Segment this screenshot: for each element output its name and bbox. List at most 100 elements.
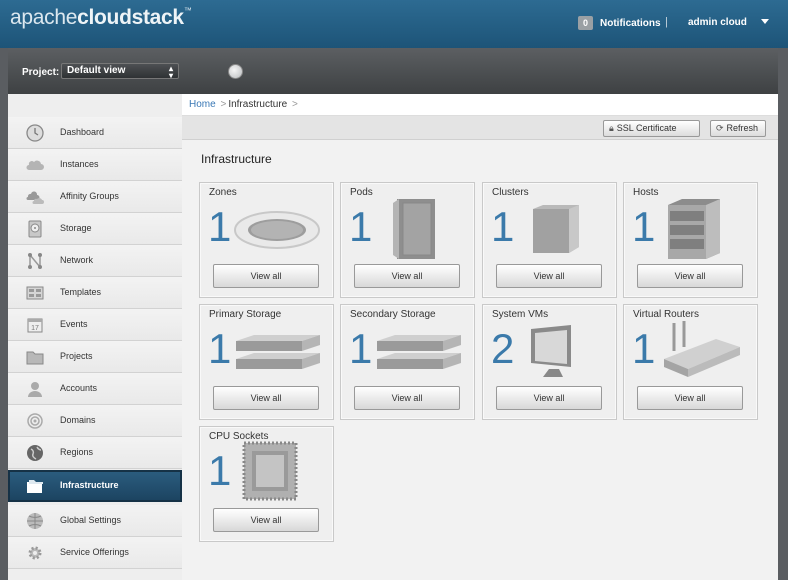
- view-all-button[interactable]: View all: [354, 264, 460, 288]
- card-count[interactable]: 1: [208, 325, 231, 373]
- svg-text:17: 17: [31, 325, 39, 332]
- ssl-certificate-label: SSL Certificate: [616, 123, 677, 133]
- templates-icon: [26, 286, 44, 300]
- pod-rack-icon: [393, 199, 435, 259]
- card-count[interactable]: 1: [208, 203, 231, 251]
- card-count[interactable]: 1: [349, 325, 372, 373]
- breadcrumb: Home > Infrastructure >: [182, 94, 778, 116]
- sidebar-item-instances[interactable]: Instances: [8, 149, 182, 181]
- sidebar-item-label: Accounts: [60, 383, 98, 393]
- sidebar-item-label: Dashboard: [60, 127, 105, 137]
- sidebar-item-events[interactable]: 17 Events: [8, 309, 182, 341]
- router-icon: [664, 321, 740, 377]
- project-bar: Project: Default view ▴ ▾: [8, 48, 778, 94]
- sidebar-item-dashboard[interactable]: Dashboard: [8, 117, 182, 149]
- monitor-icon: [531, 325, 571, 377]
- disk-icon: [28, 220, 42, 238]
- project-label: Project:: [22, 67, 60, 78]
- primary-storage-icon: [236, 335, 320, 369]
- sidebar-item-domains[interactable]: Domains: [8, 405, 182, 437]
- notifications[interactable]: 0 Notifications: [578, 16, 661, 30]
- sidebar-item-label: Regions: [60, 447, 94, 457]
- sidebar-item-label: Domains: [60, 415, 96, 425]
- host-servers-icon: [668, 199, 720, 259]
- globe-icon[interactable]: [228, 64, 243, 79]
- sidebar-item-storage[interactable]: Storage: [8, 213, 182, 245]
- sidebar-item-accounts[interactable]: Accounts: [8, 373, 182, 405]
- card-virtual-routers: Virtual Routers 1 View all: [623, 304, 758, 420]
- view-all-button[interactable]: View all: [496, 264, 602, 288]
- notifications-label[interactable]: Notifications: [600, 18, 661, 29]
- card-zones: Zones 1 View all: [199, 182, 334, 298]
- ssl-certificate-button[interactable]: 🔒︎ SSL Certificate: [603, 120, 700, 137]
- card-count[interactable]: 1: [349, 203, 372, 251]
- lock-icon: 🔒︎: [609, 123, 614, 133]
- sidebar-item-label: Network: [60, 255, 94, 265]
- breadcrumb-separator: >: [292, 99, 298, 110]
- header-separator: |: [665, 16, 668, 28]
- sidebar-item-label: Templates: [60, 287, 102, 297]
- calendar-icon: 17: [27, 318, 43, 333]
- page-title: Infrastructure: [201, 152, 272, 166]
- sidebar-item-label: Affinity Groups: [60, 191, 119, 201]
- view-all-button[interactable]: View all: [354, 386, 460, 410]
- project-select[interactable]: Default view ▴ ▾: [61, 63, 179, 80]
- view-all-button[interactable]: View all: [496, 386, 602, 410]
- view-all-button[interactable]: View all: [213, 508, 319, 532]
- logo-bold-text: cloudstack: [77, 6, 184, 29]
- card-count[interactable]: 1: [491, 203, 514, 251]
- card-count[interactable]: 1: [632, 325, 655, 373]
- view-all-button[interactable]: View all: [637, 264, 743, 288]
- cpu-chip-icon: [242, 441, 298, 501]
- refresh-button[interactable]: ⟳ Refresh: [710, 120, 766, 137]
- card-primary-storage: Primary Storage 1 View all: [199, 304, 334, 420]
- breadcrumb-current[interactable]: Infrastructure: [228, 99, 287, 110]
- sidebar-item-label: Storage: [60, 223, 92, 233]
- chevron-down-icon[interactable]: [761, 19, 769, 24]
- sidebar-item-infrastructure[interactable]: Infrastructure: [8, 470, 182, 502]
- user-menu[interactable]: admin cloud: [688, 17, 747, 28]
- card-pods: Pods 1 View all: [340, 182, 475, 298]
- view-all-button[interactable]: View all: [637, 386, 743, 410]
- main-panel: Home > Infrastructure > 🔒︎ SSL Certificate…: [182, 94, 778, 580]
- app-logo[interactable]: apachecloudstack™: [10, 6, 192, 30]
- sidebar: Dashboard Instances Affinity Groups Stor…: [8, 94, 182, 580]
- toolbar: 🔒︎ SSL Certificate ⟳ Refresh: [182, 116, 778, 140]
- sidebar-item-global-settings[interactable]: Global Settings: [8, 505, 182, 537]
- project-selected-value: Default view: [67, 65, 126, 76]
- sidebar-item-service-offerings[interactable]: Service Offerings: [8, 537, 182, 569]
- sidebar-item-regions[interactable]: Regions: [8, 437, 182, 469]
- card-hosts: Hosts 1 View all: [623, 182, 758, 298]
- card-cpu-sockets: CPU Sockets 1 View all: [199, 426, 334, 542]
- view-all-button[interactable]: View all: [213, 264, 319, 288]
- sidebar-item-label: Infrastructure: [60, 480, 119, 490]
- secondary-storage-icon: [377, 335, 461, 369]
- cluster-box-icon: [533, 205, 579, 253]
- sidebar-item-templates[interactable]: Templates: [8, 277, 182, 309]
- breadcrumb-separator: >: [220, 99, 227, 110]
- logo-tm: ™: [183, 6, 192, 15]
- sidebar-item-projects[interactable]: Projects: [8, 341, 182, 373]
- folders-icon: [27, 480, 43, 493]
- sidebar-item-network[interactable]: Network: [8, 245, 182, 277]
- folder-icon: [26, 351, 44, 365]
- sidebar-item-label: Events: [60, 319, 88, 329]
- notification-count-badge: 0: [578, 16, 594, 30]
- card-count[interactable]: 1: [208, 447, 231, 495]
- sidebar-item-label: Global Settings: [60, 515, 122, 525]
- card-clusters: Clusters 1 View all: [482, 182, 617, 298]
- sidebar-item-label: Instances: [60, 159, 99, 169]
- view-all-button[interactable]: View all: [213, 386, 319, 410]
- refresh-icon: ⟳: [716, 123, 724, 133]
- breadcrumb-home[interactable]: Home: [189, 99, 216, 110]
- zone-disc-icon: [234, 211, 320, 249]
- logo-light-text: apache: [10, 6, 78, 29]
- sidebar-item-affinity-groups[interactable]: Affinity Groups: [8, 181, 182, 213]
- clock-icon: [26, 124, 44, 142]
- sidebar-item-label: Projects: [60, 351, 93, 361]
- user-icon: [28, 382, 42, 397]
- card-count[interactable]: 2: [491, 325, 514, 373]
- card-title: Pods: [350, 187, 373, 198]
- card-count[interactable]: 1: [632, 203, 655, 251]
- sidebar-item-label: Service Offerings: [60, 547, 129, 557]
